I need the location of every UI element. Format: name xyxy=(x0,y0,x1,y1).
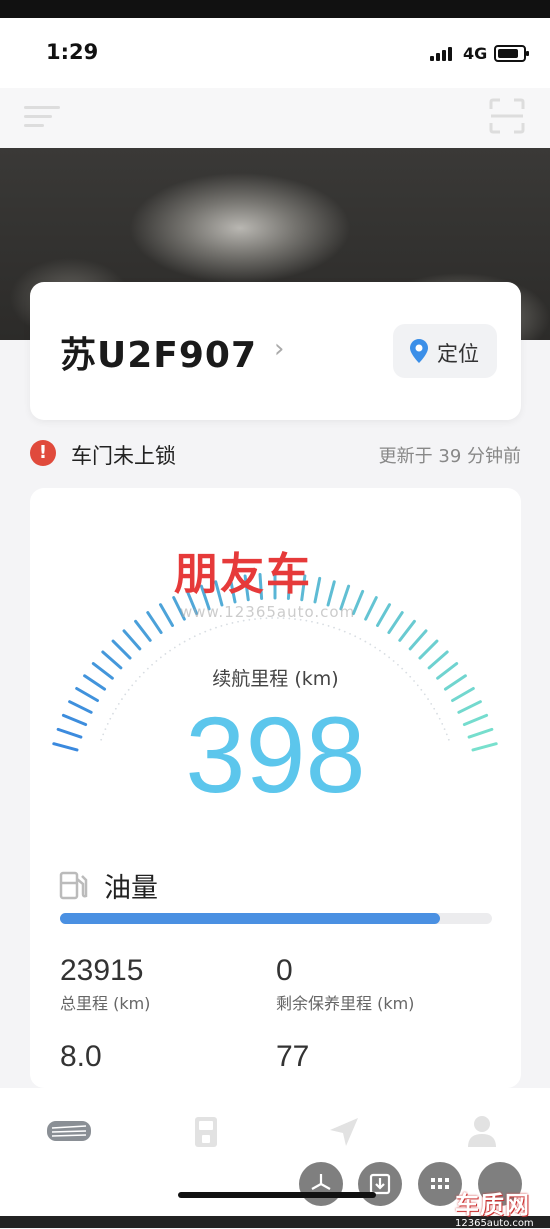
update-time: 更新于 39 分钟前 xyxy=(378,446,521,467)
gauge-dot xyxy=(322,623,324,626)
range-value: 398 xyxy=(185,694,366,815)
gauge-dot xyxy=(333,626,335,629)
gauge-dot xyxy=(354,635,357,638)
gauge-dot xyxy=(159,656,162,659)
fuel-pump-icon xyxy=(58,870,90,904)
alert-row: ! 车门未上锁 更新于 39 分钟前 xyxy=(30,438,521,470)
gauge-dot xyxy=(204,630,207,633)
stat-value: 23915 xyxy=(60,954,144,987)
range-label: 续航里程 (km) xyxy=(212,668,339,690)
gauge-dot xyxy=(215,626,217,629)
stat-value: 0 xyxy=(276,954,293,987)
network-type: 4G xyxy=(463,44,488,63)
gauge-dot xyxy=(327,625,330,627)
top-black-bar xyxy=(0,0,550,18)
gauge-dot xyxy=(311,620,313,623)
gauge-dot xyxy=(183,640,186,643)
fuel-level-fill xyxy=(60,913,441,924)
menu-icon[interactable] xyxy=(24,102,60,130)
gauge-dot xyxy=(388,656,391,659)
fuel-label: 油量 xyxy=(104,873,158,904)
gauge-dot xyxy=(383,653,386,655)
profile-icon[interactable] xyxy=(467,1114,497,1152)
gauge-dot xyxy=(169,649,171,652)
battery-icon xyxy=(494,45,529,62)
download-icon[interactable] xyxy=(358,1162,402,1206)
stat-fourth: 77 xyxy=(276,1040,309,1074)
gauge-dot xyxy=(392,660,395,662)
gauge-dot xyxy=(374,646,377,649)
stat-value: 77 xyxy=(276,1040,310,1073)
stat-fuel-consumption: 8.0 xyxy=(60,1040,102,1074)
gauge-dot xyxy=(193,635,196,638)
stat-value: 8.0 xyxy=(60,1040,102,1073)
status-bar: 1:29 4G xyxy=(0,18,550,88)
gauge-tick xyxy=(326,580,336,607)
gauge-dot xyxy=(209,628,212,631)
gauge-dot xyxy=(349,632,351,635)
gauge-dot xyxy=(364,640,367,643)
friend-car-stamp: 朋友车 xyxy=(174,549,312,600)
gauge-dot xyxy=(316,622,319,624)
gauge-dot xyxy=(343,630,346,633)
gauge-tick xyxy=(134,619,152,642)
stat-label: 总里程 (km) xyxy=(60,994,151,1013)
license-plate[interactable]: 苏U2F907 xyxy=(60,326,257,378)
gauge-tick xyxy=(418,639,439,660)
status-time: 1:29 xyxy=(46,40,99,64)
gauge-dot xyxy=(173,646,176,649)
gauge-tick xyxy=(146,611,163,635)
warning-icon: ! xyxy=(30,440,56,466)
gauge-tick xyxy=(122,629,142,651)
car-brand-icon[interactable] xyxy=(46,1120,92,1146)
stat-total-mileage: 23915 总里程 (km) xyxy=(60,954,150,1014)
gauge-tick xyxy=(111,639,132,660)
locate-button[interactable]: 定位 xyxy=(393,324,497,378)
gauge-tick xyxy=(398,619,416,642)
gauge-dot xyxy=(155,660,158,662)
fuel-station-icon[interactable] xyxy=(193,1116,219,1152)
logo-url: 12365auto.com xyxy=(455,1218,534,1229)
gauge-dot xyxy=(231,622,234,624)
gauge-dot xyxy=(237,620,239,623)
home-indicator xyxy=(178,1192,376,1198)
fuel-level-bar xyxy=(60,913,492,924)
fan-icon[interactable] xyxy=(299,1162,343,1206)
stat-maintenance-remaining: 0 剩余保养里程 (km) xyxy=(276,954,414,1014)
site-logo: 车质网 12365auto.com xyxy=(455,1185,547,1229)
gauge-dot xyxy=(164,653,167,655)
watermark-text: www.12365auto.com xyxy=(180,603,356,621)
gauge-tick xyxy=(313,576,322,604)
gauge-dot xyxy=(359,637,362,640)
gauge-dot xyxy=(379,649,381,652)
gauge-tick xyxy=(159,603,174,627)
scan-icon[interactable] xyxy=(489,98,525,134)
gauge-dot xyxy=(188,637,191,640)
gauge-tick xyxy=(408,629,428,651)
gauge-dot xyxy=(220,625,223,627)
gauge-dot xyxy=(369,643,372,646)
gauge-tick xyxy=(376,603,391,627)
gauge-dot xyxy=(226,623,228,626)
navigate-icon[interactable] xyxy=(328,1116,360,1152)
alert-message: 车门未上锁 xyxy=(71,444,176,468)
gauge-tick xyxy=(364,596,378,621)
logo-title: 车质网 xyxy=(455,1191,530,1219)
vehicle-card: 苏U2F907 › 定位 xyxy=(30,282,521,420)
location-pin-icon xyxy=(410,339,428,367)
gauge-dot xyxy=(199,632,201,635)
gauge-dot xyxy=(338,628,341,631)
gauge-dot xyxy=(178,643,181,646)
chevron-right-icon[interactable]: › xyxy=(274,334,284,364)
gauge-tick xyxy=(387,611,404,635)
locate-label: 定位 xyxy=(437,342,479,366)
stat-label: 剩余保养里程 (km) xyxy=(276,994,415,1013)
nav-bar xyxy=(0,88,550,148)
